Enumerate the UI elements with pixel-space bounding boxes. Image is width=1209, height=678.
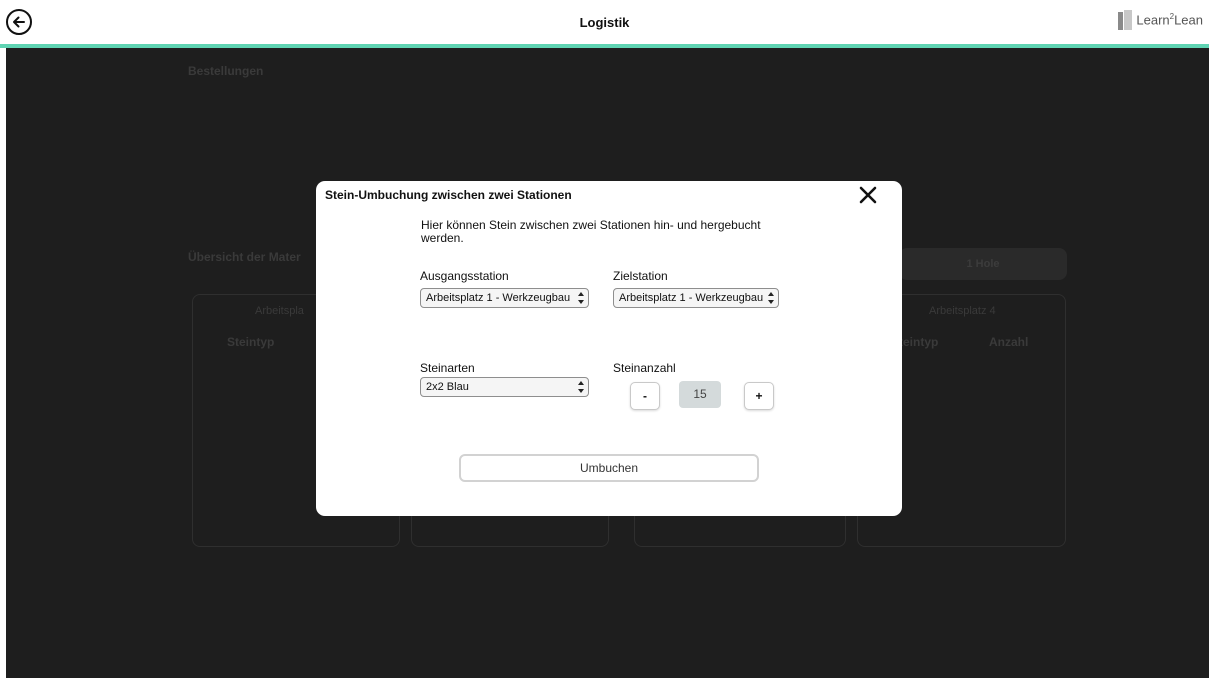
learn2lean-logo: Learn2Lean [1118, 10, 1203, 30]
app-header: Logistik Learn2Lean [0, 0, 1209, 46]
select-arrows-icon [578, 380, 585, 394]
transfer-button[interactable]: Umbuchen [459, 454, 759, 482]
brick-type-select[interactable]: 2x2 Blau [420, 377, 589, 397]
fetch-button: 1 Hole [899, 248, 1067, 280]
dialog-title: Stein-Umbuchung zwischen zwei Stationen [325, 188, 572, 202]
dialog-description: Hier können Stein zwischen zwei Statione… [421, 218, 761, 245]
column-header-brick-type: teintyp [899, 335, 939, 349]
orders-heading: Bestellungen [188, 64, 264, 78]
brick-count-label: Steinanzahl [613, 361, 676, 375]
workstation-card-title: Arbeitsplatz 4 [929, 305, 996, 317]
source-station-select[interactable]: Arbeitsplatz 1 - Werkzeugbau [420, 288, 589, 308]
logo-text: Learn2Lean [1136, 12, 1203, 28]
decrement-button[interactable]: - [630, 382, 660, 410]
close-icon[interactable] [857, 184, 879, 206]
column-header-count: Anzahl [989, 335, 1029, 349]
source-station-label: Ausgangsstation [420, 269, 509, 283]
brick-type-value: 2x2 Blau [426, 381, 469, 393]
increment-button[interactable]: + [744, 382, 774, 410]
source-station-value: Arbeitsplatz 1 - Werkzeugbau [426, 292, 571, 304]
target-station-value: Arbeitsplatz 1 - Werkzeugbau [619, 292, 764, 304]
transfer-dialog: Stein-Umbuchung zwischen zwei Stationen … [316, 181, 902, 516]
target-station-select[interactable]: Arbeitsplatz 1 - Werkzeugbau [613, 288, 779, 308]
workstation-card-title: Arbeitspla [255, 305, 304, 317]
overview-heading: Übersicht der Mater [188, 250, 301, 264]
brick-type-label: Steinarten [420, 361, 475, 375]
column-header-brick-type: Steintyp [227, 335, 275, 349]
target-station-label: Zielstation [613, 269, 668, 283]
brick-count-value: 15 [679, 381, 721, 408]
logo-mark-icon [1118, 10, 1133, 30]
select-arrows-icon [578, 291, 585, 305]
page-title: Logistik [579, 15, 630, 30]
select-arrows-icon [768, 291, 775, 305]
